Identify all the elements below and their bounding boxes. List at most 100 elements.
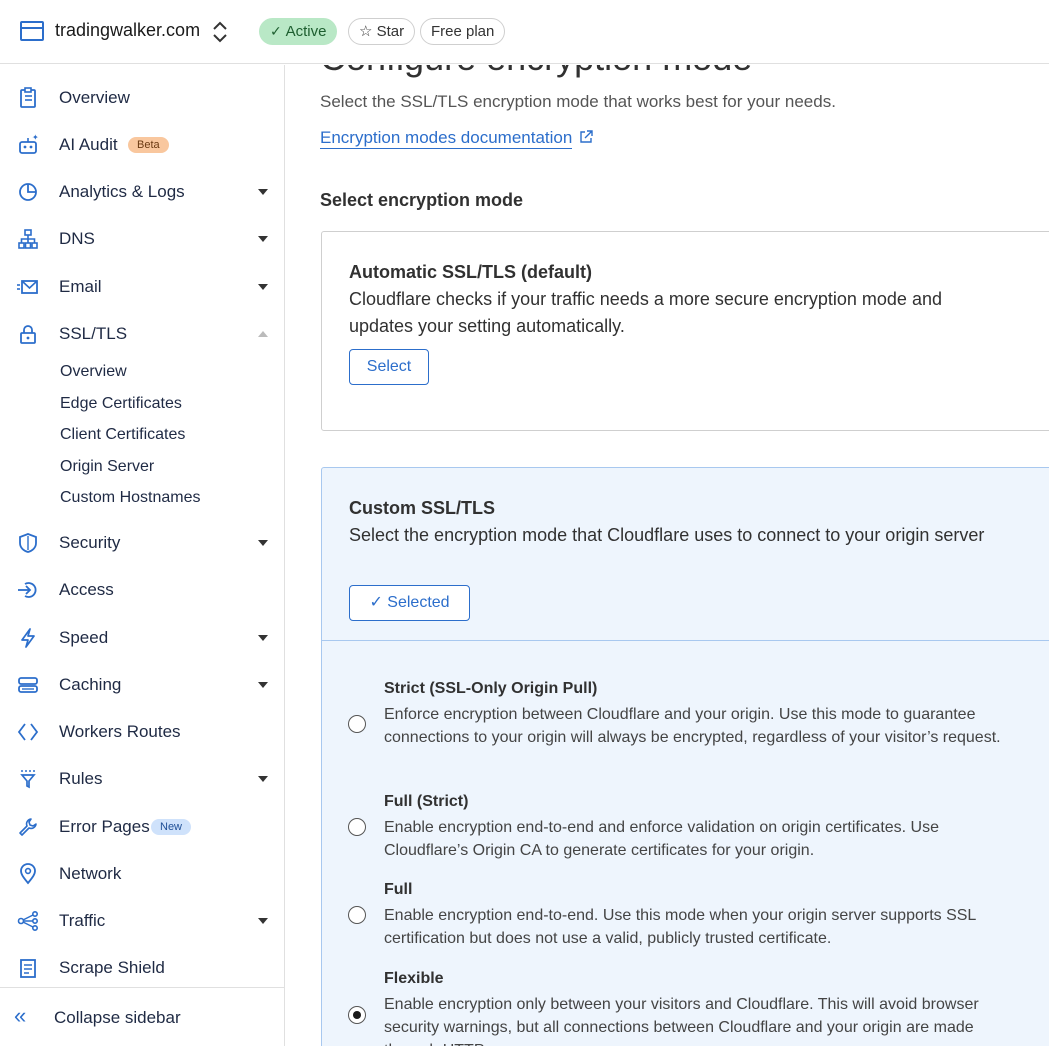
- page-subtitle: Select the SSL/TLS encryption mode that …: [320, 92, 836, 111]
- sidebar-item-label: Speed: [59, 628, 109, 647]
- sidebar-item-label: Traffic: [59, 911, 106, 930]
- caret-down-icon: [258, 635, 268, 641]
- collapse-sidebar-label: Collapse sidebar: [54, 1008, 181, 1027]
- card-description: Select the encryption mode that Cloudfla…: [349, 525, 985, 545]
- divider: [322, 640, 1049, 641]
- radio-button[interactable]: [348, 715, 366, 733]
- chevron-up-down-icon[interactable]: [210, 18, 230, 46]
- sidebar-item-label: Scrape Shield: [59, 958, 165, 977]
- document-icon: [20, 959, 36, 978]
- sidebar-item-speed[interactable]: Speed: [0, 618, 284, 658]
- network-tree-icon: [18, 229, 38, 249]
- sidebar-item-network[interactable]: Network: [0, 854, 284, 894]
- sidebar-item-label: Security: [59, 533, 121, 552]
- lock-icon: [20, 325, 36, 344]
- caret-down-icon: [258, 189, 268, 195]
- automatic-ssl-card: Automatic SSL/TLS (default) Cloudflare c…: [321, 231, 1049, 431]
- sidebar-item-label: Email: [59, 277, 102, 296]
- sidebar-item-label: Analytics & Logs: [59, 182, 185, 201]
- lightning-icon: [21, 628, 35, 648]
- robot-icon: ✦: [19, 134, 39, 154]
- check-icon: ✓: [270, 23, 286, 39]
- caret-up-icon: [258, 331, 268, 337]
- sidebar-item-label: Error Pages: [59, 817, 150, 836]
- sidebar-item-scrape-shield[interactable]: Scrape Shield: [0, 948, 284, 988]
- section-title: Select encryption mode: [320, 190, 524, 210]
- sidebar-item-label: Workers Routes: [59, 722, 181, 741]
- card-title: Custom SSL/TLS: [349, 498, 496, 518]
- envelope-icon: [17, 280, 38, 294]
- option-title: Full: [384, 881, 413, 898]
- status-badge: ✓ Active: [259, 18, 338, 45]
- sidebar-item-dns[interactable]: DNS: [0, 219, 284, 259]
- server-icon: [18, 677, 38, 693]
- sidebar-item-traffic[interactable]: Traffic: [0, 901, 284, 941]
- sidebar-item-error-pages[interactable]: Error Pages New: [0, 807, 284, 847]
- clipboard-icon: [20, 87, 36, 108]
- radio-button[interactable]: [348, 906, 366, 924]
- sidebar-subitem-client-certificates[interactable]: Client Certificates: [60, 426, 185, 444]
- page-title: Configure encryption mode: [320, 65, 752, 79]
- sidebar-item-ai-audit[interactable]: ✦ AI Audit Beta: [0, 125, 284, 165]
- documentation-link[interactable]: Encryption modes documentation: [320, 128, 573, 149]
- caret-down-icon: [258, 284, 268, 290]
- beta-badge: Beta: [128, 137, 169, 153]
- star-icon: ☆: [359, 23, 377, 40]
- sidebar-item-analytics-logs[interactable]: Analytics & Logs: [0, 172, 284, 212]
- sidebar-item-label: AI Audit: [59, 135, 118, 154]
- sidebar-item-label: Rules: [59, 769, 103, 788]
- option-description: Enable encryption end-to-end. Use this m…: [384, 907, 976, 947]
- sidebar-item-ssl-tls[interactable]: SSL/TLS: [0, 314, 284, 354]
- access-icon: [18, 582, 37, 598]
- option-description: Enforce encryption between Cloudflare an…: [384, 706, 1001, 746]
- sidebar-item-label: Caching: [59, 675, 122, 694]
- sidebar-item-label: SSL/TLS: [59, 324, 128, 343]
- external-link-icon[interactable]: [579, 130, 593, 144]
- card-title: Automatic SSL/TLS (default): [349, 262, 592, 282]
- double-chevron-left-icon: «: [14, 1003, 27, 1028]
- plan-badge[interactable]: Free plan: [420, 18, 506, 45]
- new-badge: New: [151, 819, 192, 835]
- sidebar-subitem-edge-certificates[interactable]: Edge Certificates: [60, 395, 182, 413]
- caret-down-icon: [258, 776, 268, 782]
- browser-window-icon: [20, 21, 44, 41]
- shield-icon: [19, 533, 37, 553]
- card-description: Cloudflare checks if your traffic needs …: [349, 289, 942, 336]
- funnel-icon: [20, 770, 36, 789]
- caret-down-icon: [258, 540, 268, 546]
- sidebar-item-label: DNS: [59, 229, 95, 248]
- share-nodes-icon: [17, 910, 39, 932]
- select-button[interactable]: Select: [349, 349, 429, 385]
- selected-button-label: Selected: [387, 594, 450, 611]
- caret-down-icon: [258, 236, 268, 242]
- sidebar-item-rules[interactable]: Rules: [0, 759, 284, 799]
- star-label: Star: [376, 23, 405, 40]
- check-icon: ✓: [369, 594, 388, 611]
- sidebar-item-email[interactable]: Email: [0, 267, 284, 307]
- svg-text:✦: ✦: [32, 134, 39, 142]
- top-bar: tradingwalker.com ✓ Active ☆ Star Free p…: [0, 0, 1049, 64]
- star-button[interactable]: ☆ Star: [348, 18, 416, 45]
- location-pin-icon: [20, 863, 36, 885]
- sidebar-item-overview[interactable]: Overview: [0, 78, 284, 118]
- sidebar-subitem-origin-server[interactable]: Origin Server: [60, 458, 154, 476]
- radio-button[interactable]: [348, 818, 366, 836]
- option-description: Enable encryption only between your visi…: [384, 996, 979, 1046]
- sidebar-subitem-custom-hostnames[interactable]: Custom Hostnames: [60, 489, 201, 507]
- domain-name[interactable]: tradingwalker.com: [55, 20, 200, 41]
- sidebar-item-workers-routes[interactable]: Workers Routes: [0, 712, 284, 752]
- caret-down-icon: [258, 682, 268, 688]
- sidebar-item-access[interactable]: Access: [0, 570, 284, 610]
- wrench-icon: [19, 818, 37, 836]
- sidebar-item-caching[interactable]: Caching: [0, 665, 284, 705]
- selected-button[interactable]: ✓ Selected: [349, 585, 470, 621]
- option-description: Enable encryption end-to-end and enforce…: [384, 819, 939, 859]
- pie-chart-icon: [19, 183, 37, 201]
- sidebar-item-security[interactable]: Security: [0, 523, 284, 563]
- caret-down-icon: [258, 918, 268, 924]
- sidebar-subitem-overview[interactable]: Overview: [60, 363, 127, 381]
- sidebar-item-label: Network: [59, 864, 122, 883]
- radio-button-selected[interactable]: [348, 1006, 366, 1024]
- collapse-sidebar-button[interactable]: « Collapse sidebar: [0, 987, 284, 1046]
- option-title: Strict (SSL-Only Origin Pull): [384, 680, 598, 697]
